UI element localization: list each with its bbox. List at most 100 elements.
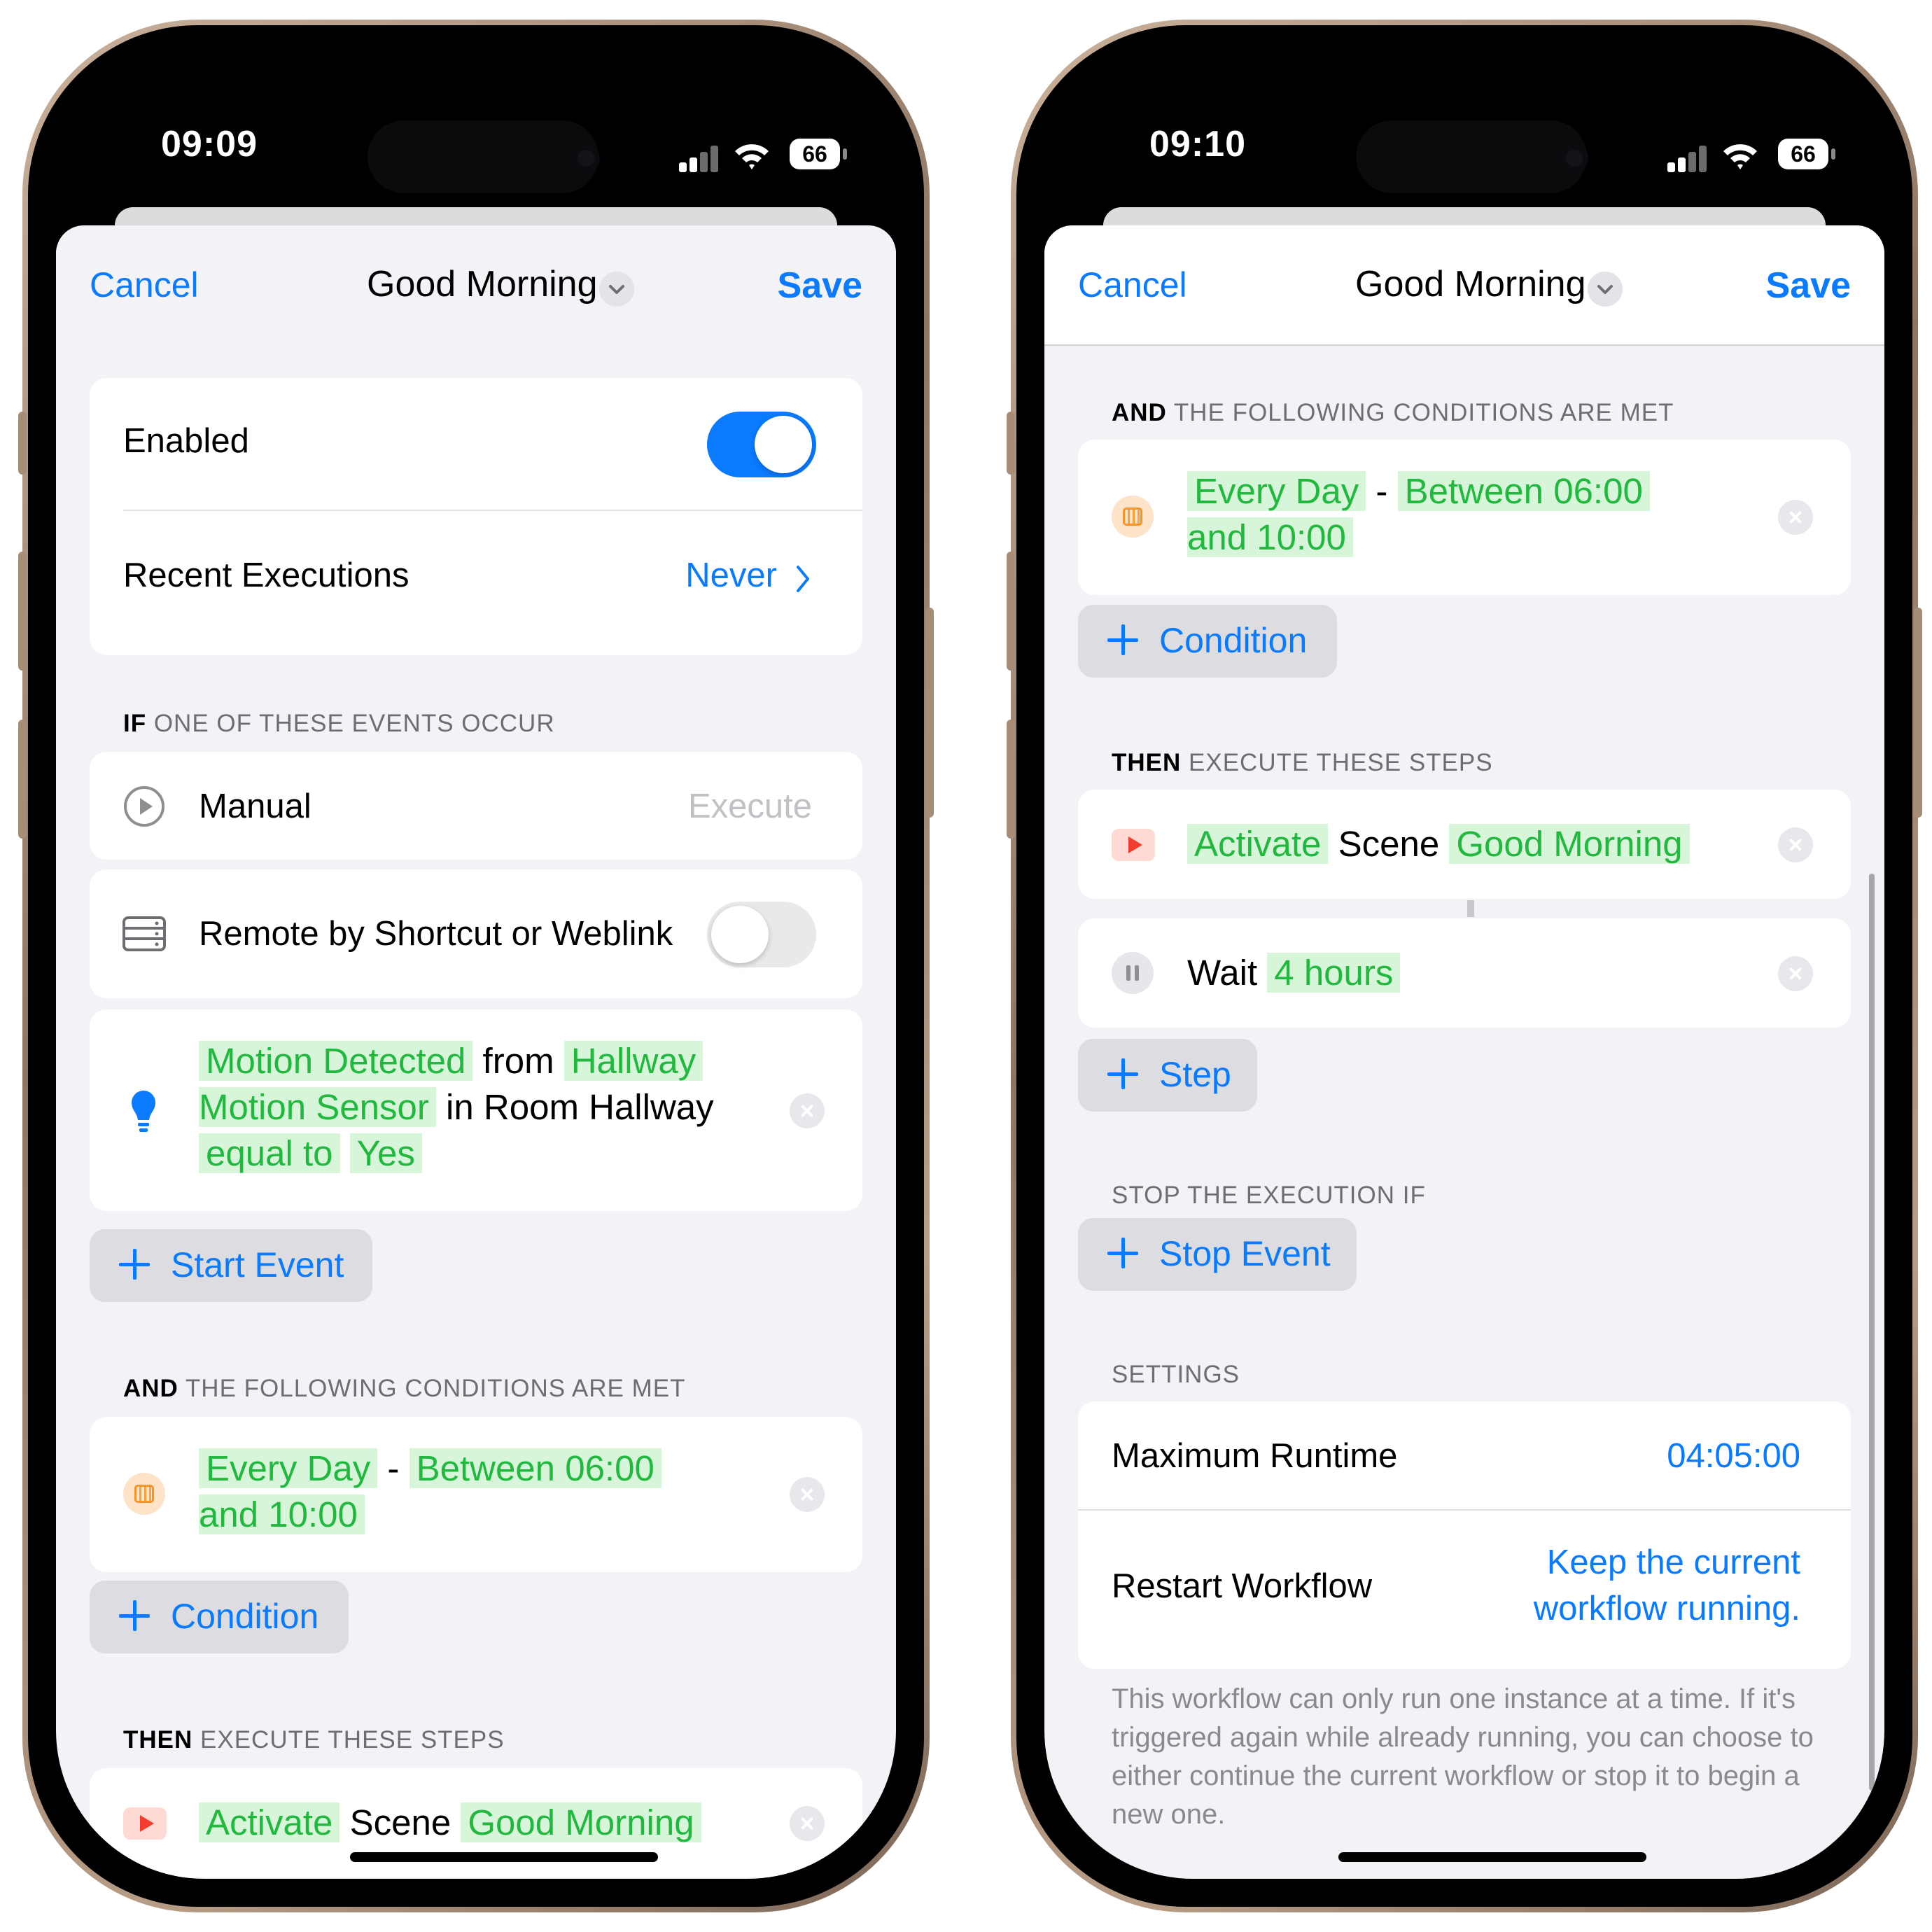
status-bar: 09:10 66 xyxy=(1044,53,1884,221)
step-line-2: Wait 4 hours xyxy=(1187,952,1401,993)
chevron-down-icon[interactable] xyxy=(599,272,634,307)
condition-line-2: and 10:00 xyxy=(199,1494,365,1535)
comparator-token[interactable]: equal to xyxy=(199,1133,340,1173)
add-stop-event-button[interactable]: Stop Event xyxy=(1078,1218,1357,1291)
side-button xyxy=(1914,608,1922,818)
battery-icon: 66 xyxy=(1778,139,1835,169)
remove-step-button[interactable] xyxy=(1778,956,1813,991)
pause-icon xyxy=(1112,952,1154,994)
days-token[interactable]: Every Day xyxy=(199,1448,378,1488)
device-token-2[interactable]: Motion Sensor xyxy=(199,1087,436,1127)
play-circle-icon xyxy=(124,786,164,827)
restart-workflow-value-2[interactable]: workflow running. xyxy=(1534,1589,1800,1628)
screen: 09:09 66 Cancel Good Morning Save Enable… xyxy=(56,53,896,1879)
time-range-token[interactable]: Between 06:00 xyxy=(409,1448,662,1488)
remove-step-button[interactable] xyxy=(790,1806,825,1841)
battery-icon: 66 xyxy=(790,139,847,169)
screen: 09:10 66 AND THE FOLLOWING CONDITIONS AR… xyxy=(1044,53,1884,1879)
steps-section-header: THEN EXECUTE THESE STEPS xyxy=(123,1726,505,1754)
chevron-down-icon[interactable] xyxy=(1588,272,1623,307)
front-camera xyxy=(1560,144,1588,172)
scene-play-icon xyxy=(1112,829,1155,861)
home-indicator xyxy=(350,1852,658,1862)
workflow-title[interactable]: Good Morning xyxy=(1355,263,1586,305)
step-verb-token[interactable]: Activate xyxy=(199,1802,340,1842)
manual-event-card[interactable]: Manual Execute xyxy=(90,752,862,860)
remove-condition-button[interactable] xyxy=(1778,500,1813,535)
remote-toggle[interactable] xyxy=(707,902,816,967)
volume-up-button xyxy=(1007,552,1015,671)
calendar-icon xyxy=(123,1473,165,1515)
step-verb-token[interactable]: Activate xyxy=(1187,824,1329,864)
add-condition-button[interactable]: Condition xyxy=(1078,605,1337,678)
days-token[interactable]: Every Day xyxy=(1187,471,1366,511)
restart-workflow-value[interactable]: Keep the current xyxy=(1547,1543,1800,1582)
status-time: 09:09 xyxy=(161,124,258,164)
remove-condition-button[interactable] xyxy=(790,1477,825,1512)
remote-label: Remote by Shortcut or Weblink xyxy=(199,915,673,953)
add-step-button[interactable]: Step xyxy=(1078,1039,1257,1112)
enabled-toggle[interactable] xyxy=(707,412,816,477)
workflow-sheet: AND THE FOLLOWING CONDITIONS ARE MET Eve… xyxy=(1044,225,1884,1879)
time-range-token[interactable]: Between 06:00 xyxy=(1397,471,1650,511)
motion-line-3: equal to Yes xyxy=(199,1133,422,1174)
workflow-title[interactable]: Good Morning xyxy=(367,263,598,305)
motion-line-1: Motion Detected from Hallway xyxy=(199,1040,704,1082)
workflow-sheet: Cancel Good Morning Save Enabled Recent … xyxy=(56,225,896,1879)
save-button[interactable]: Save xyxy=(778,265,862,307)
side-button xyxy=(925,608,934,818)
step-card-2[interactable]: Wait 4 hours xyxy=(1078,918,1851,1028)
settings-card: Maximum Runtime 04:05:00 Restart Workflo… xyxy=(1078,1401,1851,1669)
lightbulb-icon xyxy=(132,1091,155,1132)
events-section-header: IF ONE OF THESE EVENTS OCCUR xyxy=(123,710,555,737)
plus-icon xyxy=(1106,1057,1140,1091)
divider xyxy=(1078,1509,1851,1511)
steps-section-header: THEN EXECUTE THESE STEPS xyxy=(1112,749,1493,776)
divider xyxy=(123,510,862,511)
wifi-icon xyxy=(1723,144,1757,169)
action-button xyxy=(18,412,27,475)
cancel-button[interactable]: Cancel xyxy=(90,265,199,305)
cellular-signal-icon xyxy=(1667,144,1708,172)
device-token-1[interactable]: Hallway xyxy=(564,1041,704,1081)
volume-down-button xyxy=(1007,720,1015,839)
value-token[interactable]: Yes xyxy=(349,1133,422,1173)
restart-footer-text: This workflow can only run one instance … xyxy=(1112,1684,1814,1830)
phone-bezel: 09:10 66 AND THE FOLLOWING CONDITIONS AR… xyxy=(1016,25,1912,1907)
action-button xyxy=(1007,412,1015,475)
max-runtime-label: Maximum Runtime xyxy=(1112,1437,1398,1475)
add-start-event-button[interactable]: Start Event xyxy=(90,1229,372,1302)
add-condition-button[interactable]: Condition xyxy=(90,1581,349,1653)
status-time: 09:10 xyxy=(1149,124,1246,164)
step-card-1[interactable]: Activate Scene Good Morning xyxy=(1078,790,1851,899)
motion-event-token[interactable]: Motion Detected xyxy=(199,1041,473,1081)
nav-bar: Cancel Good Morning Save xyxy=(1044,225,1884,346)
condition-card[interactable]: Every Day - Between 06:00 and 10:00 xyxy=(1078,440,1851,595)
execute-button[interactable]: Execute xyxy=(688,787,812,826)
remove-event-button[interactable] xyxy=(790,1093,825,1128)
manual-label: Manual xyxy=(199,788,312,825)
max-runtime-value[interactable]: 04:05:00 xyxy=(1667,1436,1800,1476)
condition-card[interactable]: Every Day - Between 06:00 and 10:00 xyxy=(90,1417,862,1572)
wifi-icon xyxy=(735,144,769,169)
step-connector xyxy=(1467,900,1474,917)
remove-step-button[interactable] xyxy=(1778,827,1813,862)
scene-token[interactable]: Good Morning xyxy=(461,1802,701,1842)
cellular-signal-icon xyxy=(679,144,720,172)
step-line-1: Activate Scene Good Morning xyxy=(1187,823,1690,864)
dynamic-island xyxy=(1356,120,1587,193)
motion-event-card[interactable]: Motion Detected from Hallway Motion Sens… xyxy=(90,1009,862,1211)
restart-workflow-label: Restart Workflow xyxy=(1112,1567,1373,1605)
remote-event-card: Remote by Shortcut or Weblink xyxy=(90,869,862,998)
save-button[interactable]: Save xyxy=(1766,265,1851,307)
scene-token[interactable]: Good Morning xyxy=(1449,824,1690,864)
step-line: Activate Scene Good Morning xyxy=(199,1802,701,1843)
condition-line-1: Every Day - Between 06:00 xyxy=(199,1448,662,1489)
cancel-button[interactable]: Cancel xyxy=(1078,265,1187,305)
conditions-section-header: AND THE FOLLOWING CONDITIONS ARE MET xyxy=(1112,399,1674,426)
scrollbar[interactable] xyxy=(1869,874,1875,1791)
duration-token[interactable]: 4 hours xyxy=(1267,953,1401,993)
plus-icon xyxy=(118,1247,151,1281)
settings-section-header: SETTINGS xyxy=(1112,1361,1240,1388)
plus-icon xyxy=(118,1599,151,1632)
